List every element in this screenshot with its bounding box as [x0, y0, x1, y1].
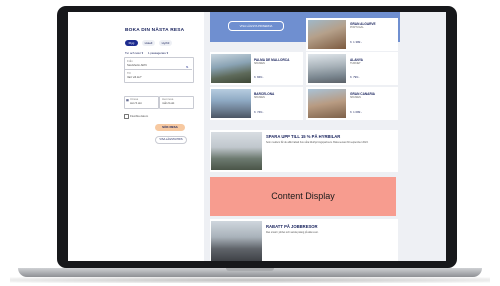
- destination-photo: [308, 20, 346, 49]
- destination-price: fr. 799:-: [350, 75, 360, 79]
- destination-country: SPANIEN: [350, 96, 361, 99]
- promo-photo: [211, 132, 262, 170]
- destination-country: PORTUGAL: [350, 26, 364, 29]
- return-value: mån 9 okt: [162, 101, 175, 105]
- tab-car[interactable]: Hyrbil: [159, 40, 172, 46]
- passengers-select[interactable]: 1 passagerare ▾: [148, 51, 168, 55]
- from-field[interactable]: Stockholm ARN: [127, 63, 147, 67]
- flexible-dates-checkbox[interactable]: [124, 114, 129, 119]
- trip-type-select[interactable]: Tur och retur ▾: [125, 51, 143, 55]
- promo-text: Som medlem får du alltid rabatt hos våra…: [266, 141, 369, 144]
- swap-icon[interactable]: ⇅: [186, 65, 188, 69]
- destination-price: fr. 749:-: [254, 110, 264, 114]
- destination-country: SPANIEN: [254, 62, 265, 65]
- tab-flights[interactable]: Flyg: [125, 40, 138, 46]
- destination-price: fr. 849:-: [254, 75, 264, 79]
- calendar-icon: ▦: [126, 98, 129, 102]
- destination-country: TURKIET: [350, 62, 361, 65]
- destination-country: SPANIEN: [254, 96, 265, 99]
- search-button[interactable]: SÖK RESA: [155, 124, 185, 131]
- lowest-price-button[interactable]: VISA LÄGSTA PRIS: [155, 136, 187, 144]
- tab-hotel[interactable]: Hotell: [142, 40, 155, 46]
- promo-photo: [211, 221, 262, 261]
- promo-text: Res smart i jobbet och samla poäng på al…: [266, 231, 319, 234]
- destination-photo: [211, 89, 251, 118]
- booking-title: BOKA DIN NÄSTA RESA: [125, 28, 185, 33]
- depart-value: tors 5 okt: [130, 101, 142, 105]
- destination-photo: [308, 54, 346, 83]
- flexible-dates-label: Flexibla datum: [130, 114, 149, 118]
- destination-photo: [308, 89, 346, 118]
- content-display: Content Display: [210, 177, 396, 216]
- laptop-shadow: [10, 277, 490, 283]
- route-divider: [124, 69, 192, 70]
- destination-price: fr. 1 399:-: [350, 40, 362, 44]
- route-fields: [124, 57, 194, 83]
- laptop-screen: BOKA DIN NÄSTA RESA Flyg Hotell Hyrbil T…: [68, 12, 446, 261]
- lowest-prices-button[interactable]: VISA LÄGSTA PRISERNA: [228, 21, 284, 31]
- to-field[interactable]: Vart vill du?: [127, 75, 141, 79]
- destination-price: fr. 1 099:-: [350, 110, 362, 114]
- promo-title: RABATT PÅ JOBBRESOR: [266, 224, 318, 229]
- laptop-notch: [226, 268, 274, 271]
- promo-title: SPARA UPP TILL 15 % PÅ HYRBILAR: [266, 134, 341, 139]
- destination-photo: [211, 54, 251, 83]
